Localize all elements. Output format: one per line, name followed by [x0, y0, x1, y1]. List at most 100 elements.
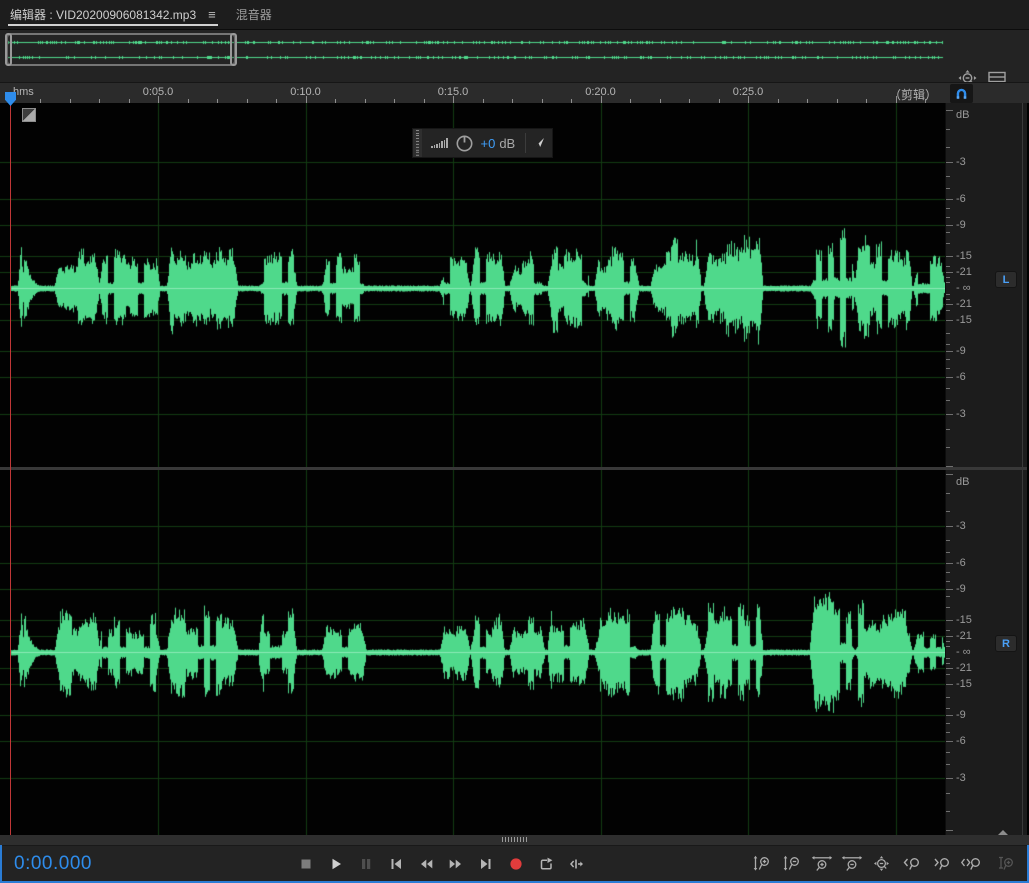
- db-scale-tick: [946, 793, 950, 794]
- db-scale-label: -6: [956, 371, 966, 384]
- transport-buttons: [295, 846, 587, 881]
- skip-to-end-button[interactable]: [475, 853, 497, 875]
- db-scale-label: -15: [956, 313, 972, 326]
- db-scale-label: -9: [956, 582, 966, 595]
- fade-in-handle[interactable]: [22, 108, 36, 122]
- panel-tabbar: 编辑器 : VID20200906081342.mp3 ≡ 混音器: [0, 0, 1029, 30]
- move-playhead-button[interactable]: [565, 853, 587, 875]
- gain-value[interactable]: +0: [481, 136, 496, 151]
- db-scale-tick: [946, 199, 953, 200]
- ruler-tick: [247, 99, 248, 103]
- tab-editor-label: 编辑器 : VID20200906081342.mp3: [10, 8, 197, 22]
- editor-panel: hms 0:05.0 0:10.0 0:15.0 0:20.0 0:25.0 （剪辑）: [0, 30, 1029, 883]
- zoom-to-in-point-button[interactable]: [900, 853, 923, 875]
- tab-mixer-label: 混音器: [235, 8, 272, 22]
- zoom-to-out-point-button[interactable]: [930, 853, 953, 875]
- ruler-tick: [70, 99, 71, 103]
- db-scale-label: -21: [956, 297, 972, 310]
- overview-right-handle[interactable]: [230, 33, 237, 66]
- zoom-in-horizontal-button[interactable]: [810, 853, 833, 875]
- skip-to-start-button[interactable]: [385, 853, 407, 875]
- db-scale-tick: [946, 188, 950, 189]
- db-scale-tick: [946, 414, 953, 415]
- ruler-tick: [129, 99, 130, 103]
- db-scale-tick: [946, 697, 950, 698]
- zoom-out-full-icon: [874, 855, 889, 871]
- db-scale-tick: [946, 110, 953, 111]
- fast-forward-button[interactable]: [445, 853, 467, 875]
- play-button[interactable]: [325, 853, 347, 875]
- db-scale-tick: [946, 581, 950, 582]
- ruler-tick: [394, 99, 395, 103]
- db-scale-tick: [946, 646, 950, 647]
- channel-divider[interactable]: [0, 467, 1027, 470]
- resize-grip[interactable]: [501, 837, 528, 842]
- zoom-out-horizontal-button[interactable]: [840, 853, 863, 875]
- loop-playback-button[interactable]: [535, 853, 557, 875]
- db-scale-tick: [946, 732, 950, 733]
- ruler-clip-label: （剪辑）: [888, 88, 937, 102]
- scroll-up-arrow-icon[interactable]: [998, 830, 1008, 835]
- db-scale-tick: [946, 232, 950, 233]
- db-scale-label: -21: [956, 266, 972, 279]
- ruler-tick: [866, 99, 867, 103]
- db-scale-tick: [946, 320, 953, 321]
- db-scale-label: -21: [956, 661, 972, 674]
- db-scale-tick: [946, 641, 950, 642]
- ruler-tick: [365, 99, 366, 103]
- tab-editor[interactable]: 编辑器 : VID20200906081342.mp3 ≡: [0, 0, 226, 29]
- db-scale-tick: [946, 333, 950, 334]
- stop-button[interactable]: [295, 853, 317, 875]
- db-scale-label: -6: [956, 556, 966, 569]
- db-scale-tick: [946, 225, 953, 226]
- transport-bar: 0:00.000: [2, 845, 1027, 881]
- panel-menu-icon[interactable]: ≡: [208, 7, 216, 22]
- rewind-button[interactable]: [415, 853, 437, 875]
- hud-drag-grip[interactable]: [413, 129, 422, 157]
- db-scale-label: -15: [956, 250, 972, 263]
- overview-strip[interactable]: [0, 30, 1029, 87]
- overview-left-handle[interactable]: [5, 33, 12, 66]
- db-scale-label: -6: [956, 735, 966, 748]
- db-scale-tick: [946, 176, 950, 177]
- ruler-tick: [571, 99, 572, 103]
- db-scale-tick: [946, 429, 950, 430]
- channel-badge-right[interactable]: R: [995, 635, 1017, 652]
- channel-badge-left[interactable]: L: [995, 271, 1017, 288]
- snap-toggle-button[interactable]: [950, 84, 973, 103]
- zoom-in-vertical-button[interactable]: [750, 853, 773, 875]
- db-scale-tick: [946, 511, 950, 512]
- ruler-tick: [453, 96, 454, 103]
- zoom-out-vertical-button[interactable]: [780, 853, 803, 875]
- db-scale-tick: [946, 620, 953, 621]
- time-display[interactable]: 0:00.000: [14, 853, 92, 875]
- zoom-out-full-button[interactable]: [870, 853, 893, 875]
- zoom-to-selection-button[interactable]: [960, 853, 983, 875]
- record-icon: [510, 857, 522, 870]
- timeline-ruler[interactable]: hms 0:05.0 0:10.0 0:15.0 0:20.0 0:25.0 （剪辑）: [0, 82, 1029, 106]
- pause-button[interactable]: [355, 853, 377, 875]
- db-scale-tick: [946, 474, 953, 475]
- zoom-to-in-point-icon: [903, 857, 919, 870]
- gain-knob-icon[interactable]: [455, 134, 474, 153]
- overview-view-selector[interactable]: [5, 33, 237, 66]
- horizontal-scroll-row[interactable]: [0, 835, 1029, 845]
- db-scale-label: -9: [956, 218, 966, 231]
- db-scale-tick: [946, 243, 950, 244]
- record-button[interactable]: [505, 853, 527, 875]
- db-scale-tick: [946, 563, 953, 564]
- db-scale-tick: [946, 282, 950, 283]
- tab-mixer[interactable]: 混音器: [226, 0, 282, 29]
- db-scale-tick: [946, 266, 950, 267]
- db-scale-tick: [946, 351, 953, 352]
- db-scale-tick: [946, 526, 953, 527]
- db-scale-tick: [946, 663, 950, 664]
- db-scale-label: -9: [956, 709, 966, 722]
- ruler-tick: [748, 96, 749, 103]
- zoom-to-frequency-button-disabled: [994, 853, 1017, 875]
- ruler-tick: [542, 99, 543, 103]
- ruler-tick: [40, 99, 41, 103]
- hud-pin-button[interactable]: [526, 136, 552, 150]
- waveform-display: +0 dB L R dB -3 -3 -6 -6 -9 -9 -15 -15 -21 -21 - ∞ d…: [0, 103, 1029, 835]
- db-scale-tick: [946, 636, 953, 637]
